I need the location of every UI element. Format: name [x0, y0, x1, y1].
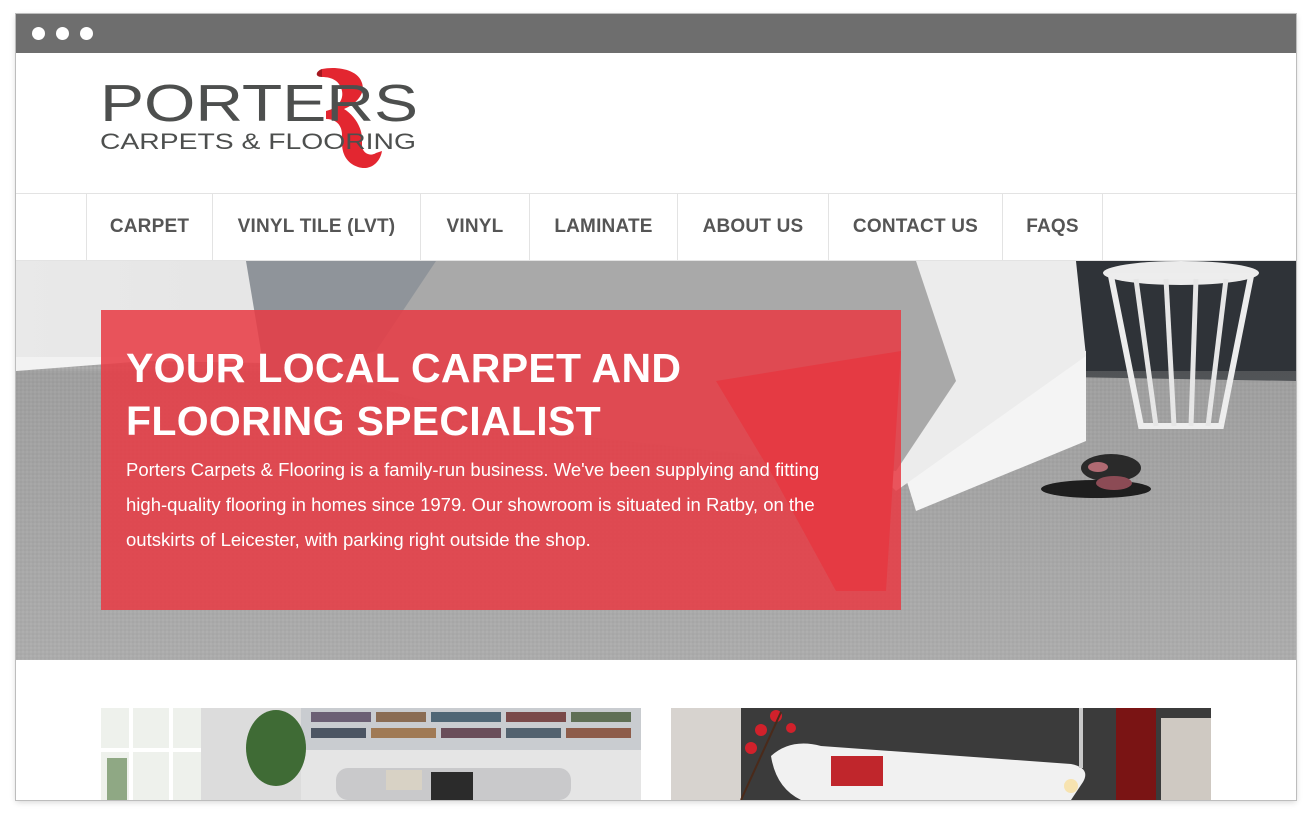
main-navigation: CARPET VINYL TILE (LVT) VINYL LAMINATE A…: [16, 193, 1296, 261]
hero-intro-box: YOUR LOCAL CARPET AND FLOORING SPECIALIS…: [101, 310, 901, 610]
hero-description: Porters Carpets & Flooring is a family-r…: [126, 459, 820, 550]
feature-cards: [16, 660, 1296, 800]
browser-window: PORTERS CARPETS & FLOORING CARPET VINYL …: [16, 14, 1296, 800]
nav-item-vinyl[interactable]: VINYL: [421, 194, 530, 260]
nav-item-carpet[interactable]: CARPET: [87, 194, 213, 260]
logo-tagline: CARPETS & FLOORING: [100, 129, 416, 154]
bathroom-curtain: [1116, 708, 1156, 800]
hero-title-line-1: YOUR LOCAL CARPET AND: [126, 345, 682, 391]
porters-logo[interactable]: PORTERS CARPETS & FLOORING: [100, 67, 430, 171]
hero-title: YOUR LOCAL CARPET AND FLOORING SPECIALIS…: [126, 342, 846, 448]
site-header: PORTERS CARPETS & FLOORING: [16, 53, 1296, 193]
nav-item-faqs[interactable]: FAQS: [1003, 194, 1103, 260]
nav-item-laminate[interactable]: LAMINATE: [530, 194, 678, 260]
nav-item-about-us[interactable]: ABOUT US: [678, 194, 829, 260]
living-room-plant: [246, 710, 306, 786]
feature-card-bathroom[interactable]: [671, 708, 1211, 800]
nav-item-contact-us[interactable]: CONTACT US: [829, 194, 1003, 260]
feature-card-living-room[interactable]: [101, 708, 641, 800]
living-room-bookshelf: [301, 708, 641, 750]
bathroom-image: [671, 708, 1211, 800]
nav-item-vinyl-tile-lvt[interactable]: VINYL TILE (LVT): [213, 194, 421, 260]
close-dot[interactable]: [32, 27, 45, 40]
living-room-image: [101, 708, 641, 800]
minimize-dot[interactable]: [56, 27, 69, 40]
browser-titlebar: [16, 14, 1296, 53]
maximize-dot[interactable]: [80, 27, 93, 40]
hero-title-line-2: FLOORING SPECIALIST: [126, 398, 601, 444]
hero-banner: YOUR LOCAL CARPET AND FLOORING SPECIALIS…: [16, 261, 1296, 660]
logo-name: PORTERS: [100, 75, 418, 133]
